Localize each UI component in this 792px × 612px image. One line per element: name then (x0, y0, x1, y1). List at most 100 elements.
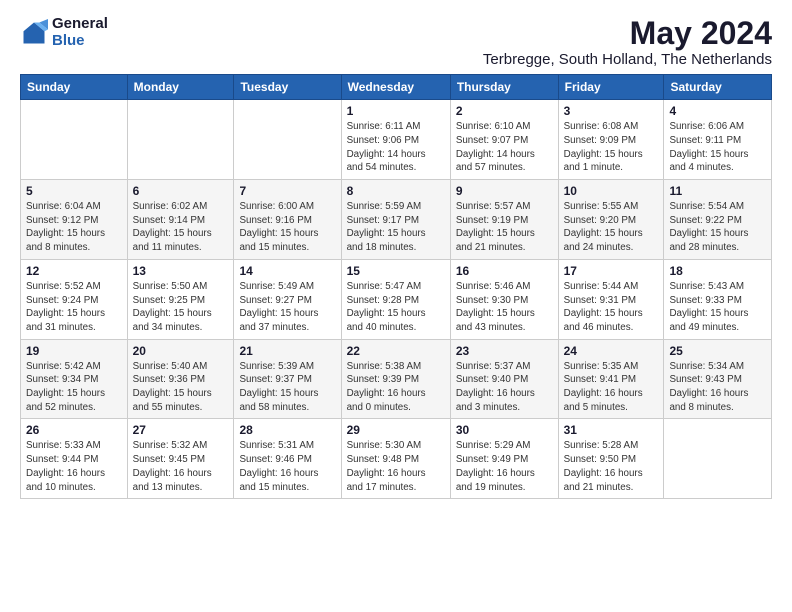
day-info: Sunrise: 5:57 AM Sunset: 9:19 PM Dayligh… (456, 200, 553, 255)
day-cell: 30Sunrise: 5:29 AM Sunset: 9:49 PM Dayli… (450, 419, 558, 499)
day-number: 12 (26, 264, 122, 278)
day-number: 16 (456, 264, 553, 278)
day-cell (664, 419, 772, 499)
day-cell: 31 Sunrise: 5:28 AM Sunset: 9:50 PM Dayli… (558, 419, 664, 499)
day-cell: 10 Sunrise: 5:55 AM Sunset: 9:20 PM Dayli… (558, 180, 664, 260)
day-cell: 13Sunrise: 5:50 AM Sunset: 9:25 PM Dayli… (127, 259, 234, 339)
day-number: 10 (564, 184, 659, 198)
day-cell: 26Sunrise: 5:33 AM Sunset: 9:44 PM Dayli… (21, 419, 128, 499)
day-cell (234, 100, 341, 180)
day-number: 6 (133, 184, 229, 198)
week-row-1: 1 Sunrise: 6:11 AM Sunset: 9:06 PM Daylig… (21, 100, 772, 180)
day-number: 8 (347, 184, 445, 198)
day-cell: 15 Sunrise: 5:47 AM Sunset: 9:28 PM Dayli… (341, 259, 450, 339)
day-info: Sunrise: 5:42 AM Sunset: 9:34 PM Dayligh… (26, 360, 122, 415)
day-info: Sunrise: 6:04 AM Sunset: 9:12 PM Dayligh… (26, 200, 122, 255)
day-number: 21 (239, 344, 335, 358)
day-cell (21, 100, 128, 180)
day-info: Sunrise: 6:06 AM Sunset: 9:11 PM Dayligh… (669, 120, 766, 175)
col-saturday: Saturday (664, 75, 772, 100)
page: General Blue May 2024 Terbregge, South H… (0, 0, 792, 515)
logo-general-text: General (52, 16, 108, 33)
day-info: Sunrise: 5:59 AM Sunset: 9:17 PM Dayligh… (347, 200, 445, 255)
calendar-body: 1 Sunrise: 6:11 AM Sunset: 9:06 PM Daylig… (21, 100, 772, 499)
logo-blue-text: Blue (52, 33, 108, 50)
day-info: Sunrise: 5:46 AM Sunset: 9:30 PM Dayligh… (456, 280, 553, 335)
day-cell: 16 Sunrise: 5:46 AM Sunset: 9:30 PM Dayli… (450, 259, 558, 339)
week-row-4: 19Sunrise: 5:42 AM Sunset: 9:34 PM Dayli… (21, 339, 772, 419)
calendar-header: Sunday Monday Tuesday Wednesday Thursday… (21, 75, 772, 100)
day-cell: 12 Sunrise: 5:52 AM Sunset: 9:24 PM Dayli… (21, 259, 128, 339)
day-info: Sunrise: 5:31 AM Sunset: 9:46 PM Dayligh… (239, 439, 335, 494)
day-info: Sunrise: 5:55 AM Sunset: 9:20 PM Dayligh… (564, 200, 659, 255)
col-friday: Friday (558, 75, 664, 100)
day-info: Sunrise: 6:10 AM Sunset: 9:07 PM Dayligh… (456, 120, 553, 175)
day-number: 25 (669, 344, 766, 358)
day-info: Sunrise: 5:33 AM Sunset: 9:44 PM Dayligh… (26, 439, 122, 494)
day-cell: 6Sunrise: 6:02 AM Sunset: 9:14 PM Daylig… (127, 180, 234, 260)
day-cell: 24 Sunrise: 5:35 AM Sunset: 9:41 PM Dayli… (558, 339, 664, 419)
day-number: 22 (347, 344, 445, 358)
day-cell: 18Sunrise: 5:43 AM Sunset: 9:33 PM Dayli… (664, 259, 772, 339)
header-row: Sunday Monday Tuesday Wednesday Thursday… (21, 75, 772, 100)
day-info: Sunrise: 6:08 AM Sunset: 9:09 PM Dayligh… (564, 120, 659, 175)
day-cell: 25 Sunrise: 5:34 AM Sunset: 9:43 PM Dayli… (664, 339, 772, 419)
day-cell: 8 Sunrise: 5:59 AM Sunset: 9:17 PM Daylig… (341, 180, 450, 260)
day-cell: 2 Sunrise: 6:10 AM Sunset: 9:07 PM Daylig… (450, 100, 558, 180)
day-cell: 3 Sunrise: 6:08 AM Sunset: 9:09 PM Daylig… (558, 100, 664, 180)
day-info: Sunrise: 5:35 AM Sunset: 9:41 PM Dayligh… (564, 360, 659, 415)
day-info: Sunrise: 5:52 AM Sunset: 9:24 PM Dayligh… (26, 280, 122, 335)
day-cell: 28 Sunrise: 5:31 AM Sunset: 9:46 PM Dayli… (234, 419, 341, 499)
col-thursday: Thursday (450, 75, 558, 100)
day-cell: 5 Sunrise: 6:04 AM Sunset: 9:12 PM Daylig… (21, 180, 128, 260)
day-number: 7 (239, 184, 335, 198)
day-number: 23 (456, 344, 553, 358)
day-number: 20 (133, 344, 229, 358)
logo-icon (20, 19, 48, 47)
day-number: 29 (347, 423, 445, 437)
day-number: 3 (564, 104, 659, 118)
day-info: Sunrise: 5:44 AM Sunset: 9:31 PM Dayligh… (564, 280, 659, 335)
week-row-2: 5 Sunrise: 6:04 AM Sunset: 9:12 PM Daylig… (21, 180, 772, 260)
day-info: Sunrise: 6:11 AM Sunset: 9:06 PM Dayligh… (347, 120, 445, 175)
day-info: Sunrise: 5:30 AM Sunset: 9:48 PM Dayligh… (347, 439, 445, 494)
day-cell: 22Sunrise: 5:38 AM Sunset: 9:39 PM Dayli… (341, 339, 450, 419)
day-number: 31 (564, 423, 659, 437)
subtitle: Terbregge, South Holland, The Netherland… (483, 51, 772, 68)
main-title: May 2024 (483, 16, 772, 51)
day-cell: 21 Sunrise: 5:39 AM Sunset: 9:37 PM Dayli… (234, 339, 341, 419)
day-number: 15 (347, 264, 445, 278)
logo: General Blue (20, 16, 108, 49)
day-number: 24 (564, 344, 659, 358)
day-number: 5 (26, 184, 122, 198)
day-info: Sunrise: 5:32 AM Sunset: 9:45 PM Dayligh… (133, 439, 229, 494)
day-number: 14 (239, 264, 335, 278)
day-number: 13 (133, 264, 229, 278)
day-cell: 19Sunrise: 5:42 AM Sunset: 9:34 PM Dayli… (21, 339, 128, 419)
day-cell: 1 Sunrise: 6:11 AM Sunset: 9:06 PM Daylig… (341, 100, 450, 180)
day-number: 30 (456, 423, 553, 437)
day-info: Sunrise: 5:28 AM Sunset: 9:50 PM Dayligh… (564, 439, 659, 494)
day-cell: 27Sunrise: 5:32 AM Sunset: 9:45 PM Dayli… (127, 419, 234, 499)
day-number: 11 (669, 184, 766, 198)
day-info: Sunrise: 5:43 AM Sunset: 9:33 PM Dayligh… (669, 280, 766, 335)
day-number: 28 (239, 423, 335, 437)
day-number: 1 (347, 104, 445, 118)
day-info: Sunrise: 5:34 AM Sunset: 9:43 PM Dayligh… (669, 360, 766, 415)
col-monday: Monday (127, 75, 234, 100)
day-cell: 20Sunrise: 5:40 AM Sunset: 9:36 PM Dayli… (127, 339, 234, 419)
day-cell: 14Sunrise: 5:49 AM Sunset: 9:27 PM Dayli… (234, 259, 341, 339)
day-cell: 23 Sunrise: 5:37 AM Sunset: 9:40 PM Dayli… (450, 339, 558, 419)
day-info: Sunrise: 5:47 AM Sunset: 9:28 PM Dayligh… (347, 280, 445, 335)
day-number: 2 (456, 104, 553, 118)
week-row-5: 26Sunrise: 5:33 AM Sunset: 9:44 PM Dayli… (21, 419, 772, 499)
col-wednesday: Wednesday (341, 75, 450, 100)
day-cell: 9Sunrise: 5:57 AM Sunset: 9:19 PM Daylig… (450, 180, 558, 260)
day-info: Sunrise: 5:37 AM Sunset: 9:40 PM Dayligh… (456, 360, 553, 415)
title-block: May 2024 Terbregge, South Holland, The N… (483, 16, 772, 68)
day-cell: 11 Sunrise: 5:54 AM Sunset: 9:22 PM Dayli… (664, 180, 772, 260)
day-cell: 29 Sunrise: 5:30 AM Sunset: 9:48 PM Dayli… (341, 419, 450, 499)
day-cell (127, 100, 234, 180)
day-info: Sunrise: 5:39 AM Sunset: 9:37 PM Dayligh… (239, 360, 335, 415)
day-info: Sunrise: 5:54 AM Sunset: 9:22 PM Dayligh… (669, 200, 766, 255)
